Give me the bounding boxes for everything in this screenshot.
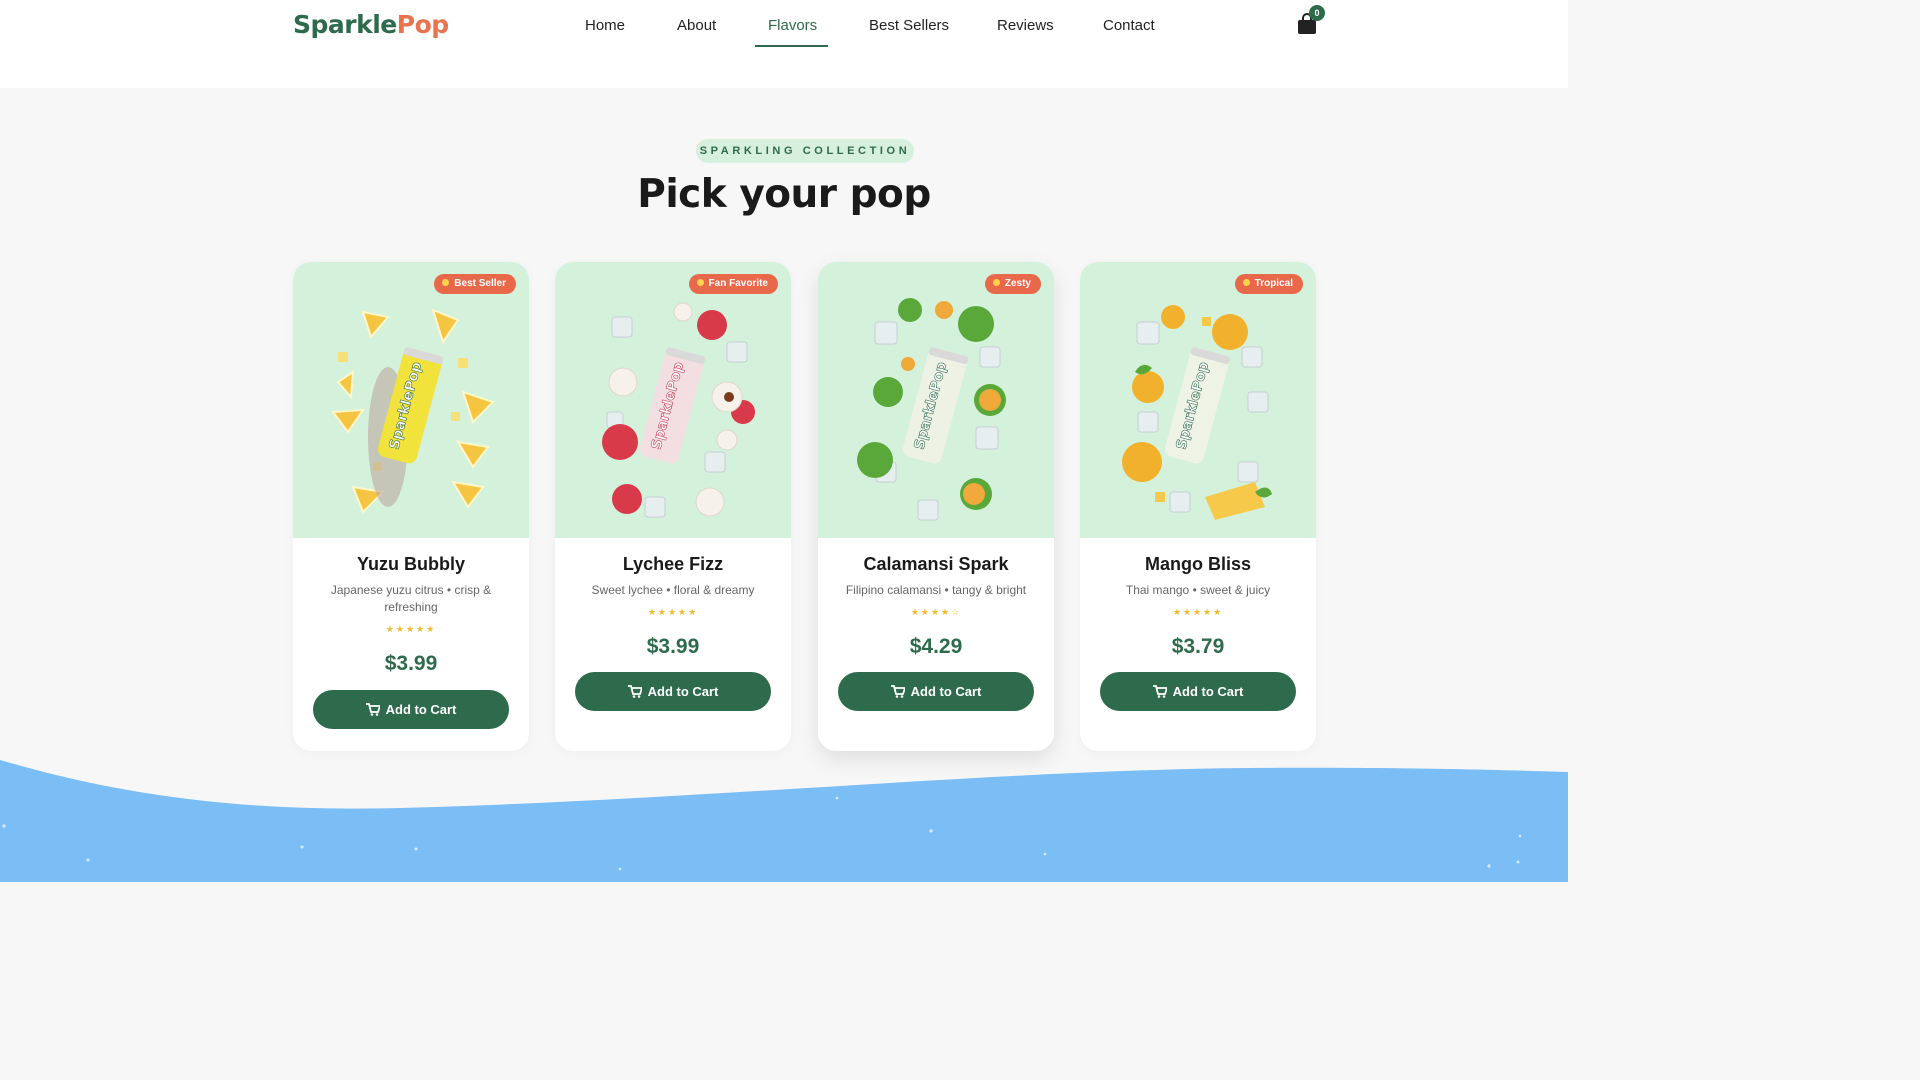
product-name: Mango Bliss: [1144, 554, 1251, 574]
rating-stars: ★★★★★: [385, 624, 437, 634]
product-badge: Zesty: [984, 274, 1041, 294]
cart-count-badge: 0: [1309, 5, 1325, 21]
nav-link-contact[interactable]: Contact: [1103, 17, 1155, 35]
section-eyebrow: SPARKLING COLLECTION: [696, 139, 914, 163]
add-to-cart-label: Add to Cart: [647, 684, 719, 699]
rating-stars: ★★★★★: [647, 607, 699, 617]
badge-label: Zesty: [1004, 278, 1031, 289]
product-image: SparklePop Fan Favorite: [555, 262, 791, 538]
product-price: $3.99: [646, 635, 700, 658]
product-image: SparklePop Zesty: [818, 262, 1054, 538]
product-image: SparklePop Tropical: [1080, 262, 1316, 538]
nav-link-home[interactable]: Home: [585, 17, 625, 35]
add-to-cart-button[interactable]: Add to Cart: [313, 690, 509, 729]
badge-label: Tropical: [1254, 278, 1293, 289]
top-nav: SparklePop Home About Flavors Best Selle…: [0, 0, 1568, 88]
product-card[interactable]: SparklePop Tropical Mango Bliss Thai man…: [1080, 262, 1316, 751]
nav-link-reviews[interactable]: Reviews: [997, 17, 1054, 35]
cart-icon: [627, 685, 642, 698]
product-price: $3.99: [384, 652, 438, 675]
rating-stars: ★★★★☆: [910, 607, 962, 617]
product-price: $4.29: [909, 635, 963, 658]
add-to-cart-label: Add to Cart: [910, 684, 982, 699]
product-description: Japanese yuzu citrus • crisp & refreshin…: [330, 583, 492, 614]
product-badge: Best Seller: [434, 274, 516, 294]
badge-label: Fan Favorite: [708, 278, 768, 289]
active-nav-indicator: [755, 45, 828, 47]
add-to-cart-button[interactable]: Add to Cart: [838, 672, 1034, 711]
add-to-cart-button[interactable]: Add to Cart: [1100, 672, 1296, 711]
nav-link-best-sellers[interactable]: Best Sellers: [869, 17, 949, 35]
badge-label: Best Seller: [454, 278, 506, 289]
add-to-cart-label: Add to Cart: [1172, 684, 1244, 699]
cart-icon: [890, 685, 905, 698]
add-to-cart-button[interactable]: Add to Cart: [575, 672, 771, 711]
nav-links: Home About Flavors Best Sellers Reviews …: [0, 17, 1568, 47]
product-badge: Tropical: [1234, 274, 1303, 294]
add-to-cart-label: Add to Cart: [385, 702, 457, 717]
badge-icon: [992, 279, 1000, 286]
product-price: $3.79: [1171, 635, 1225, 658]
product-badge: Fan Favorite: [688, 274, 778, 294]
badge-icon: [1242, 279, 1250, 286]
product-card[interactable]: SparklePop Zesty Calamansi Spark Filipin…: [818, 262, 1054, 751]
badge-icon: [696, 279, 704, 286]
cart-icon: [365, 703, 380, 716]
nav-link-flavors[interactable]: Flavors: [768, 17, 817, 35]
nav-link-about[interactable]: About: [677, 17, 716, 35]
product-card[interactable]: SparklePop Fan Favorite Lychee Fizz Swee…: [555, 262, 791, 751]
product-name: Lychee Fizz: [622, 554, 724, 574]
product-name: Calamansi Spark: [863, 554, 1009, 574]
product-name: Yuzu Bubbly: [357, 554, 465, 574]
product-description: Thai mango • sweet & juicy: [1125, 583, 1271, 597]
cart-icon: [1152, 685, 1167, 698]
badge-icon: [442, 279, 450, 286]
section-title: Pick your pop: [637, 172, 931, 217]
product-description: Sweet lychee • floral & dreamy: [591, 583, 755, 597]
product-card[interactable]: SparklePop Best Seller Yuzu Bubbly Japan…: [293, 262, 529, 751]
product-image: SparklePop Best Seller: [293, 262, 529, 538]
wave-decoration: [0, 760, 1568, 882]
product-description: Filipino calamansi • tangy & bright: [845, 583, 1027, 597]
rating-stars: ★★★★★: [1172, 607, 1224, 617]
